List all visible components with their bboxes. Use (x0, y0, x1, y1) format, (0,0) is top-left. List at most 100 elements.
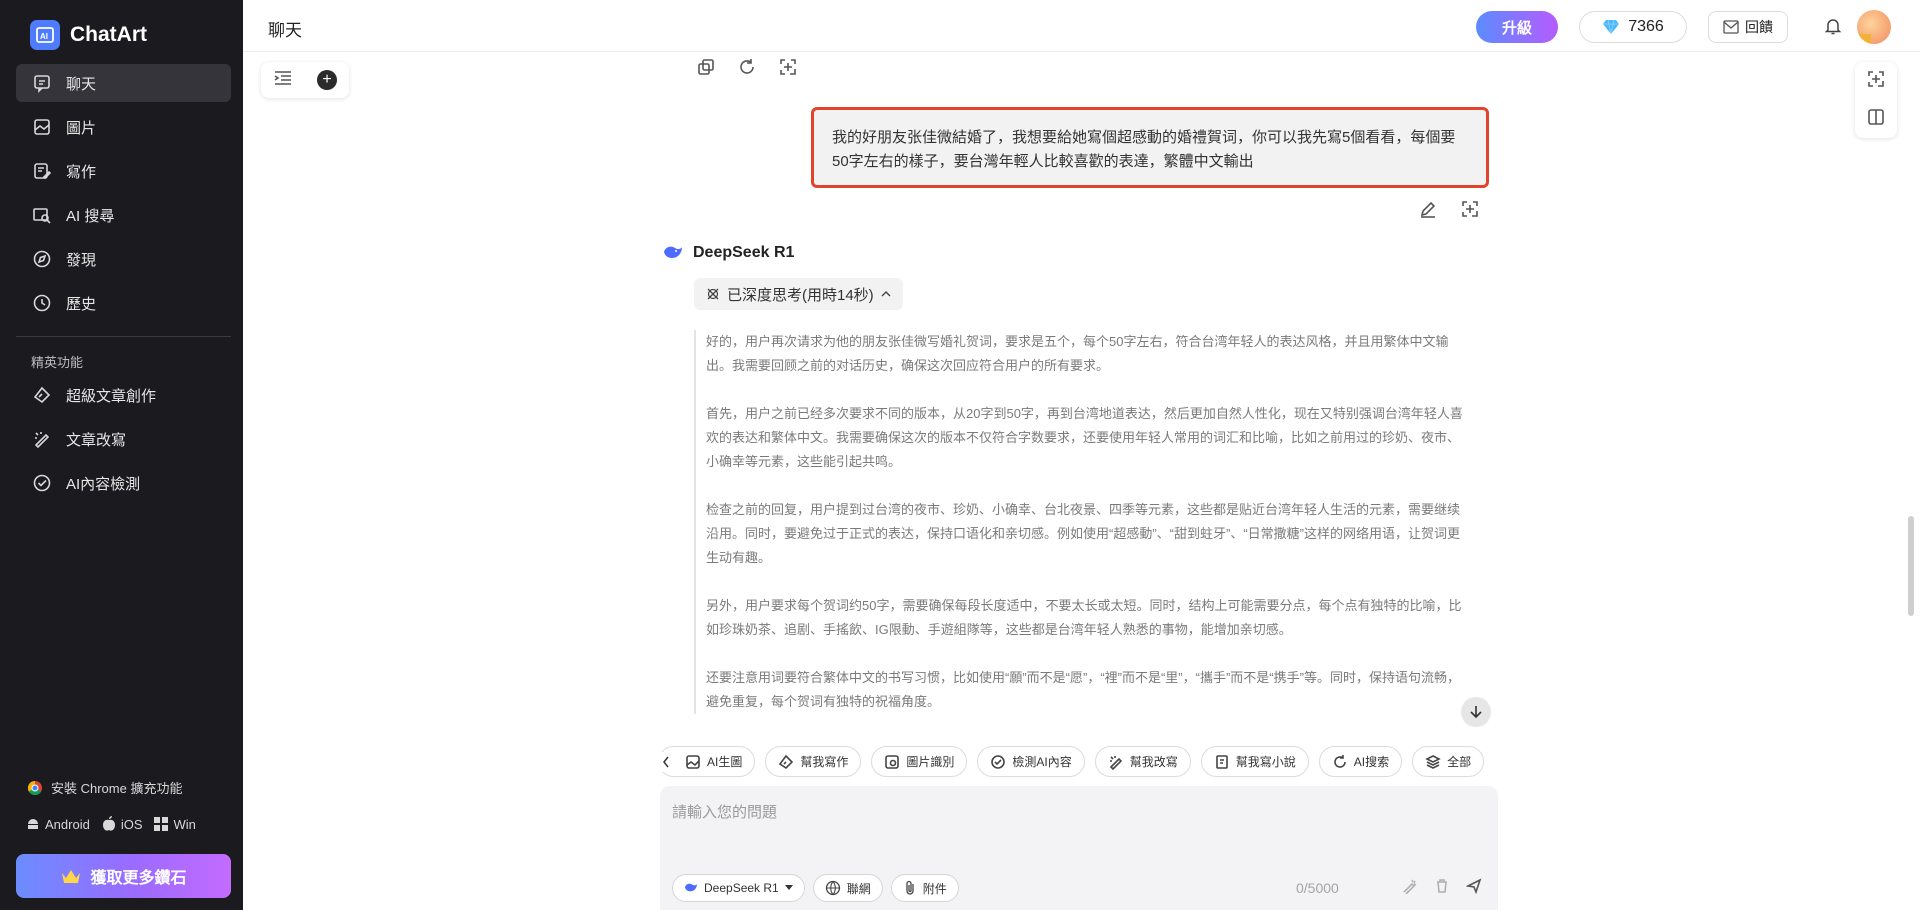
quick-action-label: 檢測AI內容 (1012, 755, 1072, 769)
sidebar-item-label: AI內容檢測 (66, 475, 141, 493)
toggle-history-button[interactable] (273, 69, 293, 92)
quick-action-label: 幫我寫小說 (1235, 755, 1296, 769)
quick-action-label: 幫我改寫 (1129, 755, 1178, 769)
windows-link[interactable]: Win (154, 816, 196, 832)
edit-icon (1420, 201, 1436, 218)
regenerate-button[interactable] (738, 58, 756, 81)
add-to-canvas-button[interactable] (1461, 200, 1479, 223)
trash-icon (1437, 879, 1447, 893)
sidebar-item-ai-search[interactable]: AI 搜尋 (16, 196, 231, 234)
quick-action-label: 幫我寫作 (800, 755, 849, 769)
copy-button[interactable] (697, 58, 715, 81)
paperclip-icon (906, 880, 914, 895)
chrome-extension-link[interactable]: 安裝 Chrome 擴充功能 (27, 778, 182, 797)
clear-format-button[interactable] (1402, 878, 1418, 899)
thinking-content: 好的，用户再次请求为他的朋友张佳微写婚礼贺词，要求是五个，每个50字左右，符合台… (694, 330, 1468, 714)
quick-actions-prev-button[interactable] (658, 752, 674, 772)
deepseek-logo-icon (664, 246, 682, 258)
chrome-extension-label: 安裝 Chrome 擴充功能 (51, 781, 183, 796)
ios-label: iOS (120, 816, 143, 832)
user-message-actions (1419, 200, 1479, 223)
chevron-left-icon (663, 756, 669, 768)
app-logo-icon: AI (30, 20, 60, 50)
page-title: 聊天 (268, 21, 302, 40)
atom-icon (707, 288, 719, 300)
sidebar-item-chat[interactable]: 聊天 (16, 64, 231, 102)
android-link[interactable]: Android (26, 817, 90, 832)
layers-icon (1425, 754, 1441, 769)
web-search-toggle[interactable]: 聯網 (812, 874, 883, 902)
new-chat-button[interactable]: + (317, 70, 337, 90)
edit-message-button[interactable] (1419, 200, 1437, 223)
sidebar-item-writing[interactable]: 寫作 (16, 152, 231, 190)
elite-section-label: 精英功能 (31, 355, 84, 370)
quick-help-write[interactable]: 幫我寫作 (765, 746, 862, 777)
diamond-balance[interactable]: 7366 (1579, 11, 1687, 43)
windows-label: Win (173, 816, 196, 832)
chat-input[interactable] (672, 801, 1472, 841)
magic-wand-icon (1403, 879, 1417, 895)
new-chat-window-button[interactable] (1866, 69, 1886, 94)
platform-links: Android iOS Win (26, 816, 200, 832)
quick-image-recognition[interactable]: 圖片識別 (871, 746, 968, 777)
assistant-header: DeepSeek R1 (663, 244, 794, 262)
chat-tools-pill: + (261, 62, 349, 98)
bell-icon (1824, 19, 1842, 35)
quick-rewrite[interactable]: 幫我改寫 (1094, 746, 1191, 777)
globe-icon (825, 880, 840, 896)
upgrade-button[interactable]: 升級 (1476, 11, 1558, 43)
character-count: 0/5000 (1296, 880, 1339, 896)
add-frame-icon (1462, 201, 1478, 217)
quick-detect-ai[interactable]: 檢測AI內容 (977, 746, 1085, 777)
quick-ai-search[interactable]: AI搜索 (1318, 746, 1403, 777)
chrome-icon (27, 780, 42, 795)
deepseek-logo-icon (685, 883, 697, 892)
image-scan-icon (885, 754, 900, 769)
quick-action-label: 圖片識別 (906, 755, 955, 769)
sidebar-item-discover[interactable]: 發現 (16, 240, 231, 278)
delete-button[interactable] (1434, 878, 1450, 899)
sidebar-item-ai-detect[interactable]: AI內容檢測 (16, 464, 231, 502)
sidebar-divider (16, 336, 231, 337)
sidebar-item-label: 歷史 (66, 295, 97, 313)
scroll-to-bottom-button[interactable] (1461, 697, 1491, 727)
article-create-icon (33, 386, 51, 404)
elite-nav: 超級文章創作 文章改寫 AI內容檢測 (16, 376, 231, 508)
page-scrollbar[interactable] (1908, 516, 1914, 616)
sidebar-item-label: 聊天 (66, 75, 97, 93)
sidebar-item-label: 超級文章創作 (66, 387, 157, 405)
sidebar-item-image[interactable]: 圖片 (16, 108, 231, 146)
model-label: DeepSeek R1 (704, 881, 779, 895)
quick-all[interactable]: 全部 (1412, 746, 1485, 777)
notification-button[interactable] (1823, 16, 1843, 41)
get-more-diamonds-button[interactable]: 獲取更多鑽石 (16, 854, 231, 898)
user-avatar[interactable] (1857, 10, 1891, 44)
mail-icon (1723, 20, 1739, 34)
caret-down-icon (784, 885, 793, 890)
app-name: ChatArt (70, 23, 147, 46)
send-button[interactable] (1465, 878, 1482, 899)
search-refresh-icon (1333, 754, 1346, 768)
deep-thinking-toggle[interactable]: 已深度思考(用時14秒) (694, 278, 903, 310)
previous-message-actions (697, 58, 797, 81)
add-to-canvas-button[interactable] (779, 58, 797, 81)
toggle-panel-button[interactable] (1866, 107, 1886, 132)
thinking-paragraph: 检查之前的回复，用户提到过台湾的夜市、珍奶、小确幸、台北夜景、四季等元素，这些都… (706, 502, 1461, 565)
image-icon (34, 119, 50, 135)
windows-icon (154, 817, 169, 831)
refresh-icon (740, 59, 754, 74)
feedback-button[interactable]: 回饋 (1708, 11, 1788, 43)
attach-button[interactable]: 附件 (890, 874, 959, 902)
input-options: DeepSeek R1 聯網 附件 (672, 874, 959, 902)
check-circle-icon (991, 754, 1006, 769)
svg-text:AI: AI (40, 32, 48, 41)
model-selector[interactable]: DeepSeek R1 (672, 874, 805, 902)
app-logo[interactable]: AI ChatArt (30, 20, 147, 50)
sidebar-item-label: 圖片 (66, 119, 97, 137)
quick-write-novel[interactable]: 幫我寫小說 (1200, 746, 1309, 777)
sidebar-item-article-create[interactable]: 超級文章創作 (16, 376, 231, 414)
ios-link[interactable]: iOS (102, 816, 143, 832)
sidebar-item-rewrite[interactable]: 文章改寫 (16, 420, 231, 458)
input-tools (1402, 878, 1482, 899)
sidebar-item-history[interactable]: 歷史 (16, 284, 231, 322)
